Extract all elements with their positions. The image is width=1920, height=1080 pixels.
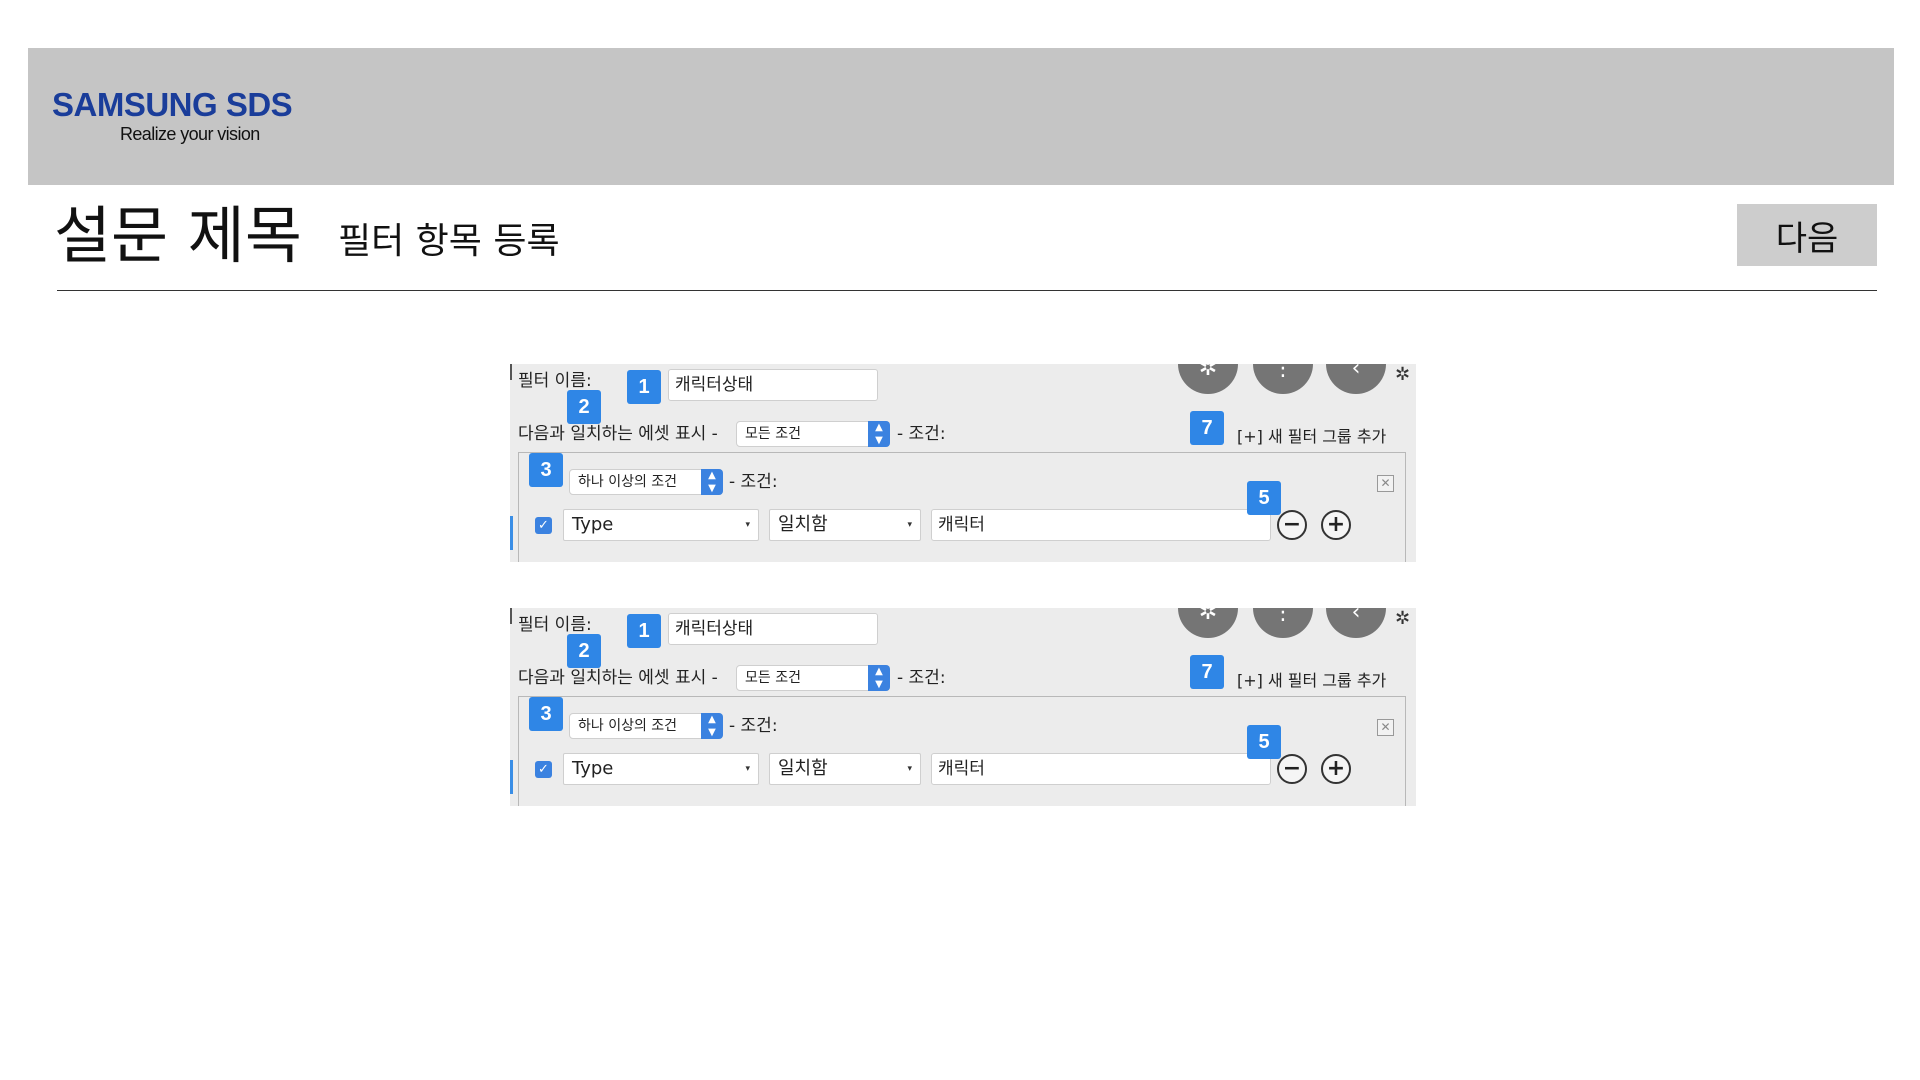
- row-checkbox[interactable]: ✓: [535, 517, 552, 534]
- filter-group-box: 3 하나 이상의 조건 ▲ ▼ - 조건: ✕ ✓ Type ▾ 일치함 ▾ 캐릭…: [518, 696, 1406, 806]
- row-checkbox[interactable]: ✓: [535, 761, 552, 778]
- match-select-value: 모든 조건: [745, 426, 801, 442]
- brand-name: SAMSUNG SDS: [52, 86, 293, 123]
- panel-edge: [510, 608, 512, 624]
- badge-2: 2: [567, 634, 601, 668]
- badge-7: 7: [1190, 411, 1224, 445]
- group-conditions-label: - 조건:: [729, 472, 778, 492]
- badge-5: 5: [1247, 481, 1281, 515]
- field-select-value: Type: [572, 758, 614, 779]
- close-box-icon[interactable]: ✕: [1377, 475, 1394, 492]
- add-filter-group-link[interactable]: [+] 새 필터 그룹 추가: [1237, 670, 1386, 692]
- match-label: 다음과 일치하는 에셋 표시 -: [518, 668, 718, 688]
- badge-2: 2: [567, 390, 601, 424]
- operator-select[interactable]: 일치함 ▾: [769, 753, 921, 785]
- badge-3: 3: [529, 453, 563, 487]
- next-button[interactable]: 다음: [1737, 204, 1877, 266]
- checkmark-icon: ✓: [538, 518, 549, 533]
- target-icon[interactable]: ✲: [1178, 364, 1238, 394]
- minus-circle-icon[interactable]: −: [1277, 754, 1307, 784]
- gear-icon[interactable]: ✲: [1395, 608, 1410, 629]
- more-vertical-icon[interactable]: ⋮: [1253, 608, 1313, 638]
- up-down-icon: ▲ ▼: [701, 469, 723, 495]
- close-box-icon[interactable]: ✕: [1377, 719, 1394, 736]
- up-down-icon: ▲ ▼: [868, 665, 890, 691]
- add-filter-group-link[interactable]: [+] 새 필터 그룹 추가: [1237, 426, 1386, 448]
- back-chevron-icon[interactable]: ‹: [1326, 364, 1386, 394]
- match-label: 다음과 일치하는 에셋 표시 -: [518, 424, 718, 444]
- filter-screenshot-panel: 필터 이름: 1 캐릭터상태 2 ✲ ⋮ ‹ ✲ 다음과 일치하는 에셋 표시 …: [510, 608, 1416, 806]
- dropdown-caret-icon: ▾: [907, 520, 912, 530]
- dropdown-caret-icon: ▾: [745, 764, 750, 774]
- gear-icon[interactable]: ✲: [1395, 364, 1410, 385]
- match-select-value: 모든 조건: [745, 670, 801, 686]
- operator-select-value: 일치함: [778, 514, 828, 535]
- selection-edge: [510, 516, 513, 550]
- match-select[interactable]: 모든 조건 ▲ ▼: [736, 421, 890, 447]
- group-match-select-value: 하나 이상의 조건: [578, 718, 678, 734]
- filter-name-input[interactable]: 캐릭터상태: [668, 369, 878, 401]
- field-select[interactable]: Type ▾: [563, 753, 759, 785]
- plus-circle-icon[interactable]: +: [1321, 754, 1351, 784]
- selection-edge: [510, 760, 513, 794]
- plus-circle-icon[interactable]: +: [1321, 510, 1351, 540]
- operator-select[interactable]: 일치함 ▾: [769, 509, 921, 541]
- badge-5: 5: [1247, 725, 1281, 759]
- samsung-sds-logo: SAMSUNG SDS Realize your vision: [52, 86, 293, 144]
- back-chevron-icon[interactable]: ‹: [1326, 608, 1386, 638]
- page-subtitle: 필터 항목 등록: [338, 221, 560, 262]
- group-match-select[interactable]: 하나 이상의 조건 ▲ ▼: [569, 713, 723, 739]
- conditions-label: - 조건:: [897, 668, 946, 688]
- dropdown-caret-icon: ▾: [907, 764, 912, 774]
- group-match-select-value: 하나 이상의 조건: [578, 474, 678, 490]
- filter-name-label: 필터 이름:: [518, 371, 592, 391]
- field-select[interactable]: Type ▾: [563, 509, 759, 541]
- group-match-select[interactable]: 하나 이상의 조건 ▲ ▼: [569, 469, 723, 495]
- value-input[interactable]: 캐릭터: [931, 509, 1271, 541]
- up-down-icon: ▲ ▼: [701, 713, 723, 739]
- minus-circle-icon[interactable]: −: [1277, 510, 1307, 540]
- value-input[interactable]: 캐릭터: [931, 753, 1271, 785]
- title-divider: [57, 290, 1877, 291]
- filter-name-input[interactable]: 캐릭터상태: [668, 613, 878, 645]
- filter-group-box: 3 하나 이상의 조건 ▲ ▼ - 조건: ✕ ✓ Type ▾ 일치함 ▾ 캐릭…: [518, 452, 1406, 562]
- panel-edge: [510, 364, 512, 380]
- target-icon[interactable]: ✲: [1178, 608, 1238, 638]
- dropdown-caret-icon: ▾: [745, 520, 750, 530]
- conditions-label: - 조건:: [897, 424, 946, 444]
- more-vertical-icon[interactable]: ⋮: [1253, 364, 1313, 394]
- match-select[interactable]: 모든 조건 ▲ ▼: [736, 665, 890, 691]
- up-down-icon: ▲ ▼: [868, 421, 890, 447]
- header-band: [28, 48, 1894, 185]
- badge-7: 7: [1190, 655, 1224, 689]
- filter-name-label: 필터 이름:: [518, 615, 592, 635]
- group-conditions-label: - 조건:: [729, 716, 778, 736]
- operator-select-value: 일치함: [778, 758, 828, 779]
- badge-3: 3: [529, 697, 563, 731]
- brand-tagline: Realize your vision: [120, 124, 260, 144]
- field-select-value: Type: [572, 514, 614, 535]
- badge-1: 1: [627, 614, 661, 648]
- badge-1: 1: [627, 370, 661, 404]
- checkmark-icon: ✓: [538, 762, 549, 777]
- page-title: 설문 제목: [54, 199, 302, 272]
- filter-screenshot-panel: 필터 이름: 1 캐릭터상태 2 ✲ ⋮ ‹ ✲ 다음과 일치하는 에셋 표시 …: [510, 364, 1416, 562]
